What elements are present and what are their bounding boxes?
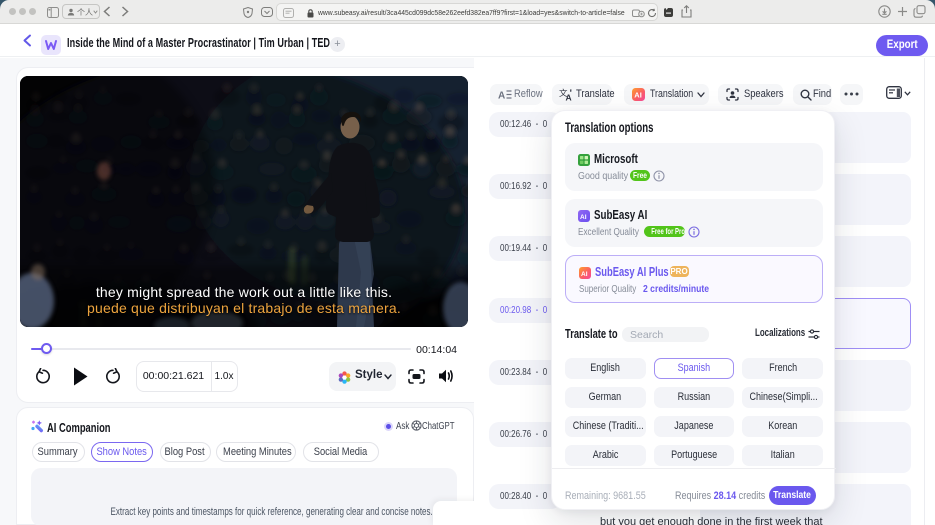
svg-text:A: A [498, 91, 505, 101]
svg-text:AI: AI [634, 91, 642, 100]
svg-text:AI: AI [580, 214, 587, 221]
svg-text:A: A [565, 93, 571, 102]
svg-text:AI: AI [581, 271, 588, 278]
